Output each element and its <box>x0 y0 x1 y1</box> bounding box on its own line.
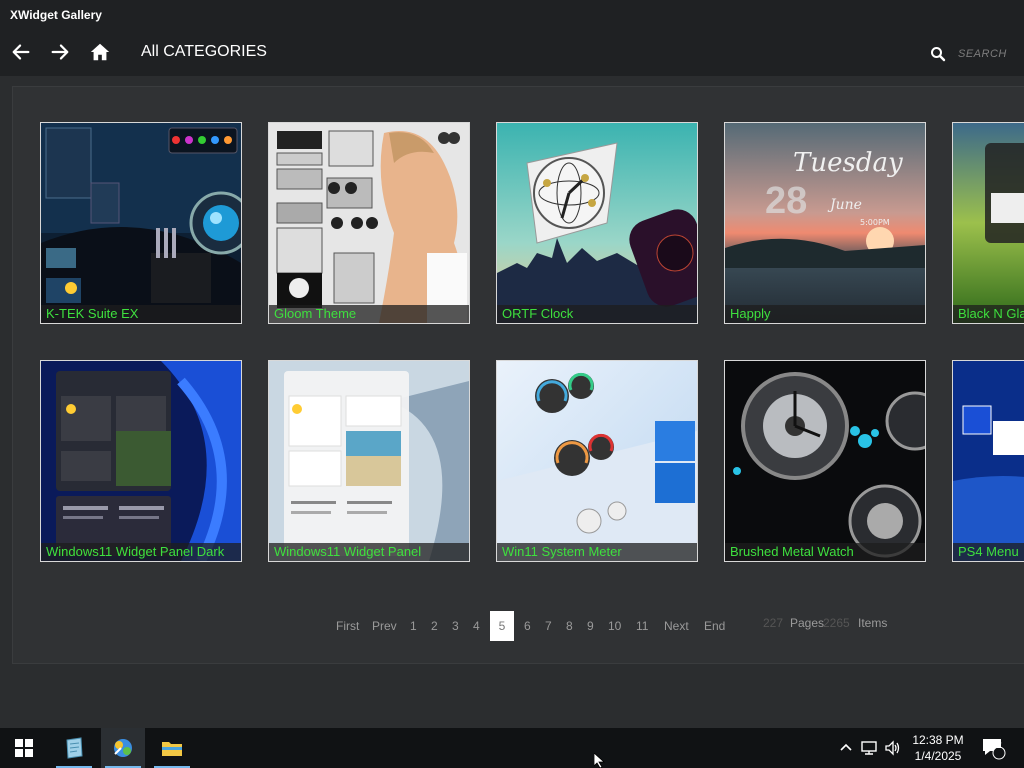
widget-card[interactable]: Tuesday 28 June 5:00PM Happly <box>724 122 926 324</box>
volume-icon[interactable] <box>884 740 902 756</box>
pages-count: 227 <box>763 616 784 630</box>
windows-logo-icon <box>15 739 33 757</box>
items-count: 2265 <box>823 616 850 630</box>
widget-name: Windows11 Widget Panel Dark <box>41 543 241 561</box>
page-link[interactable]: 10 <box>608 619 621 633</box>
widget-card[interactable]: ORTF Clock <box>496 122 698 324</box>
svg-text:June: June <box>827 197 862 213</box>
clock-date: 1/4/2025 <box>914 749 962 763</box>
widget-card[interactable]: Black N Gla <box>952 122 1024 324</box>
widget-name: Windows11 Widget Panel <box>269 543 469 561</box>
page-next[interactable]: Next <box>664 619 689 633</box>
widget-grid: K-TEK Suite EX Gloom Theme ORTF Clock Tu… <box>0 0 1024 600</box>
items-label: Items <box>858 616 888 630</box>
svg-text:28: 28 <box>765 180 807 222</box>
widget-name: K-TEK Suite EX <box>41 305 241 323</box>
page-prev[interactable]: Prev <box>372 619 397 633</box>
notification-count: 2 <box>996 740 1002 751</box>
widget-thumbnail <box>953 361 1024 561</box>
svg-text:Tuesday: Tuesday <box>793 148 903 178</box>
widget-card[interactable]: K-TEK Suite EX <box>40 122 242 324</box>
widget-card[interactable]: Windows11 Widget Panel Dark <box>40 360 242 562</box>
page-link[interactable]: 6 <box>524 619 531 633</box>
xwidget-icon <box>114 739 132 757</box>
page-current[interactable]: 5 <box>490 611 514 641</box>
page-link[interactable]: 9 <box>587 619 594 633</box>
widget-name: Gloom Theme <box>269 305 469 323</box>
widget-name: Brushed Metal Watch <box>725 543 925 561</box>
widget-card[interactable]: Windows11 Widget Panel <box>268 360 470 562</box>
notepad-icon <box>66 737 83 759</box>
page-link[interactable]: 2 <box>431 619 438 633</box>
page-link[interactable]: 8 <box>566 619 573 633</box>
widget-name: Black N Gla <box>953 305 1024 323</box>
notification-center-button[interactable]: 2 <box>980 728 1006 768</box>
page-link[interactable]: 4 <box>473 619 480 633</box>
widget-name: ORTF Clock <box>497 305 697 323</box>
page-end[interactable]: End <box>704 619 725 633</box>
folder-icon <box>162 742 182 756</box>
app-window: XWidget Gallery All CATEGORIES SEARCH K-… <box>0 0 1024 728</box>
widget-card[interactable]: Brushed Metal Watch <box>724 360 926 562</box>
page-first[interactable]: First <box>336 619 359 633</box>
page-link[interactable]: 1 <box>410 619 417 633</box>
mouse-cursor-icon <box>594 753 606 768</box>
taskbar-app-xwidget[interactable] <box>101 728 145 768</box>
widget-card[interactable]: PS4 Menu <box>952 360 1024 562</box>
widget-card[interactable]: Gloom Theme <box>268 122 470 324</box>
widget-name: Win11 System Meter <box>497 543 697 561</box>
page-link[interactable]: 7 <box>545 619 552 633</box>
system-clock[interactable]: 12:38 PM 1/4/2025 <box>906 732 970 764</box>
taskbar-app-explorer[interactable] <box>150 728 194 768</box>
widget-thumbnail <box>497 123 697 323</box>
widget-thumbnail <box>725 361 925 561</box>
widget-thumbnail <box>269 123 469 323</box>
taskbar-app-notepad[interactable] <box>52 728 96 768</box>
page-link[interactable]: 11 <box>636 619 648 633</box>
svg-text:5:00PM: 5:00PM <box>860 218 890 227</box>
clock-time: 12:38 PM <box>912 733 964 747</box>
widget-thumbnail: Tuesday 28 June 5:00PM <box>725 123 925 323</box>
system-tray <box>838 728 902 768</box>
page-link[interactable]: 3 <box>452 619 459 633</box>
start-button[interactable] <box>2 728 46 768</box>
pagination: First Prev 1 2 3 4 5 6 7 8 9 10 11 Next … <box>0 610 1024 641</box>
pages-label: Pages <box>790 616 825 630</box>
widget-thumbnail <box>269 361 469 561</box>
chevron-up-icon[interactable] <box>838 740 854 756</box>
network-icon[interactable] <box>860 740 878 756</box>
widget-name: PS4 Menu <box>953 543 1024 561</box>
widget-thumbnail <box>41 361 241 561</box>
widget-thumbnail <box>41 123 241 323</box>
widget-card[interactable]: Win11 System Meter <box>496 360 698 562</box>
widget-thumbnail <box>953 123 1024 323</box>
widget-name: Happly <box>725 305 925 323</box>
widget-thumbnail <box>497 361 697 561</box>
taskbar: 12:38 PM 1/4/2025 2 <box>0 728 1024 768</box>
